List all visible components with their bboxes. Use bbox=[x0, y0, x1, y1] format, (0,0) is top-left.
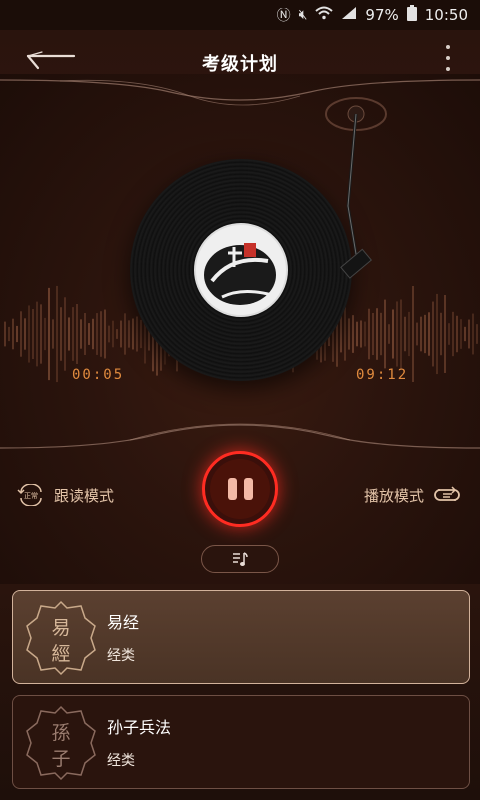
repeat-normal-icon: 正常 bbox=[17, 484, 42, 506]
course-list: 易 經 易经 经类 孫 子 孙子兵法 经类 bbox=[0, 584, 480, 800]
item-title: 孙子兵法 bbox=[107, 718, 172, 737]
tonearm bbox=[325, 97, 387, 279]
ink-logo-icon bbox=[204, 243, 276, 305]
status-bar: Ⓝ 🔇︎ 97% 10:50 bbox=[0, 0, 480, 30]
seal-icon: 孫 子 bbox=[26, 705, 96, 781]
play-mode-label: 播放模式 bbox=[363, 486, 424, 505]
page-title: 考级计划 bbox=[202, 54, 278, 75]
dot-icon bbox=[446, 56, 450, 60]
seal-icon: 易 經 bbox=[26, 600, 96, 676]
wifi-icon bbox=[315, 6, 334, 24]
battery-percent: 97% bbox=[365, 6, 399, 24]
nfc-icon: Ⓝ bbox=[276, 8, 291, 24]
seal-char: 易 bbox=[51, 617, 70, 639]
battery-icon bbox=[406, 5, 417, 25]
follow-read-mode-label: 跟读模式 bbox=[54, 486, 115, 505]
dot-icon bbox=[446, 67, 450, 71]
lyrics-toggle-button[interactable] bbox=[201, 545, 279, 573]
current-time: 00:05 bbox=[72, 367, 125, 383]
total-time: 09:12 bbox=[356, 367, 409, 383]
mode-badge: 正常 bbox=[24, 491, 38, 500]
more-menu-button[interactable] bbox=[444, 45, 452, 71]
list-item[interactable]: 易 經 易经 经类 bbox=[12, 590, 470, 684]
item-title: 易经 bbox=[107, 613, 140, 632]
item-category: 经类 bbox=[107, 648, 135, 664]
seal-char: 孫 bbox=[51, 722, 70, 744]
dot-icon bbox=[446, 45, 450, 49]
list-item[interactable]: 孫 子 孙子兵法 经类 bbox=[12, 695, 470, 789]
seal-char: 子 bbox=[51, 748, 70, 770]
status-time: 10:50 bbox=[424, 6, 468, 24]
list-loop-icon bbox=[434, 486, 460, 501]
seal-char: 經 bbox=[51, 643, 70, 665]
pause-button[interactable] bbox=[202, 451, 278, 527]
item-category: 经类 bbox=[107, 753, 135, 769]
mute-icon: 🔇︎ bbox=[298, 7, 308, 23]
play-mode-button[interactable]: 播放模式 bbox=[364, 484, 462, 506]
follow-read-mode-button[interactable]: 正常 跟读模式 bbox=[16, 484, 114, 506]
pause-icon bbox=[210, 459, 270, 519]
signal-icon bbox=[341, 6, 357, 24]
lyrics-note-icon bbox=[233, 552, 248, 566]
record-label bbox=[194, 223, 288, 317]
